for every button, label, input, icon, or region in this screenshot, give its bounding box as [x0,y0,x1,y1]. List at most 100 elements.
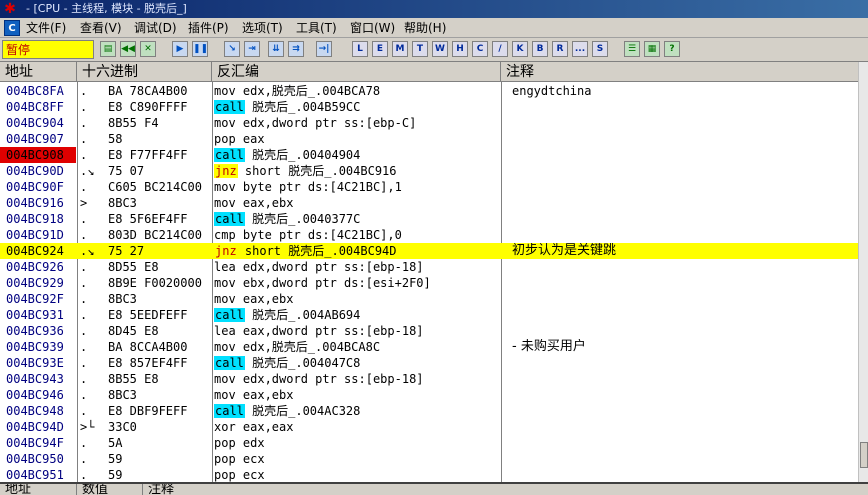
disassembly-row[interactable]: 004BC908. E8 F77FF4FF call 脱壳后_.00404904 [0,147,858,163]
run-trace-window-button[interactable]: ... [572,41,588,57]
disassembly-row[interactable]: 004BC946. 8BC3 mov eax,ebx [0,387,858,403]
row-address[interactable]: 004BC8FF [0,99,76,115]
row-disassembly[interactable]: xor eax,eax [214,419,500,435]
row-disassembly[interactable]: pop ecx [214,451,500,467]
menu-window[interactable]: 窗口(W) [350,20,395,36]
row-disassembly[interactable]: mov eax,ebx [214,387,500,403]
disassembly-row[interactable]: 004BC91D. 803D BC214C00 cmp byte ptr ds:[4… [0,227,858,243]
menu-file[interactable]: 文件(F) [26,20,66,36]
row-address[interactable]: 004BC93E [0,355,76,371]
disassembly-row[interactable]: 004BC918. E8 5F6EF4FF call 脱壳后_.0040377C [0,211,858,227]
row-address[interactable]: 004BC904 [0,115,76,131]
menu-tools[interactable]: 工具(T) [296,20,337,36]
row-disassembly[interactable]: mov edx,脱壳后_.004BCA78 [214,83,500,99]
row-disassembly[interactable]: mov byte ptr ds:[4C21BC],1 [214,179,500,195]
disassembly-row[interactable]: 004BC907. 58 pop eax [0,131,858,147]
row-hex[interactable]: 8B55 F4 [108,115,212,131]
handles-window-button[interactable]: H [452,41,468,57]
menu-help[interactable]: 帮助(H) [404,20,446,36]
cpu-window-icon[interactable]: C [4,20,20,36]
menu-view[interactable]: 查看(V) [80,20,122,36]
row-address[interactable]: 004BC92F [0,291,76,307]
step-into-icon[interactable]: ↘ [224,41,240,57]
references-window-button[interactable]: R [552,41,568,57]
ollydbg-bug-icon[interactable]: ✱ [2,1,18,17]
row-hex[interactable]: C605 BC214C00 [108,179,212,195]
help-icon[interactable]: ? [664,41,680,57]
row-address[interactable]: 004BC943 [0,371,76,387]
row-hex[interactable]: 33C0 [108,419,212,435]
row-address[interactable]: 004BC929 [0,275,76,291]
disassembly-row[interactable]: 004BC94D >└ 33C0 xor eax,eax [0,419,858,435]
disassembly-row[interactable]: 004BC904. 8B55 F4 mov edx,dword ptr ss:[eb… [0,115,858,131]
row-address[interactable]: 004BC924 [0,243,76,259]
execute-till-return-icon[interactable]: →| [316,41,332,57]
row-hex[interactable]: 59 [108,451,212,467]
row-hex[interactable]: 8B9E F0020000 [108,275,212,291]
row-disassembly[interactable]: cmp byte ptr ds:[4C21BC],0 [214,227,500,243]
row-address[interactable]: 004BC939 [0,339,76,355]
memory-window-button[interactable]: M [392,41,408,57]
close-icon[interactable]: ✕ [140,41,156,57]
row-address[interactable]: 004BC918 [0,211,76,227]
row-address[interactable]: 004BC90D [0,163,76,179]
grid-view-icon[interactable]: ▦ [644,41,660,57]
row-hex[interactable]: 8D55 E8 [108,259,212,275]
row-disassembly[interactable]: mov edx,脱壳后_.004BCA8C [214,339,500,355]
row-hex[interactable]: E8 C890FFFF [108,99,212,115]
dump-column-value[interactable]: 数值 [77,484,143,495]
row-hex[interactable]: BA 78CA4B00 [108,83,212,99]
disassembly-row[interactable]: 004BC939. BA 8CCA4B00 mov edx,脱壳后_.004BCA8… [0,339,858,355]
disassembly-row[interactable]: 004BC916 >8BC3 mov eax,ebx [0,195,858,211]
row-comment[interactable]: - 未购买用户 [512,339,852,355]
row-disassembly[interactable]: lea edx,dword ptr ss:[ebp-18] [214,259,500,275]
row-disassembly[interactable]: mov edx,dword ptr ss:[ebp-C] [214,115,500,131]
row-comment[interactable]: engydtchina [512,83,852,99]
trace-into-icon[interactable]: ⇊ [268,41,284,57]
menu-options[interactable]: 选项(T) [242,20,283,36]
list-view-icon[interactable]: ☰ [624,41,640,57]
row-hex[interactable]: E8 F77FF4FF [108,147,212,163]
row-address[interactable]: 004BC926 [0,259,76,275]
restart-icon[interactable]: ◀◀ [120,41,136,57]
column-address[interactable]: 地址 [0,62,77,82]
row-hex[interactable]: 59 [108,467,212,482]
disassembly-row[interactable]: 004BC92F. 8BC3 mov eax,ebx [0,291,858,307]
disassembly-row[interactable]: 004BC950. 59 pop ecx [0,451,858,467]
call-stack-window-button[interactable]: K [512,41,528,57]
row-hex[interactable]: E8 5F6EF4FF [108,211,212,227]
disassembly-row[interactable]: 004BC931. E8 5EEDFEFF call 脱壳后_.004AB694 [0,307,858,323]
disassembly-row[interactable]: 004BC948. E8 DBF9FEFF call 脱壳后_.004AC328 [0,403,858,419]
column-hex[interactable]: 十六进制 [77,62,212,82]
row-disassembly[interactable]: mov eax,ebx [214,195,500,211]
row-hex[interactable]: 8BC3 [108,387,212,403]
row-disassembly[interactable]: mov ebx,dword ptr ds:[esi+2F0] [214,275,500,291]
row-hex[interactable]: 803D BC214C00 [108,227,212,243]
row-hex[interactable]: 58 [108,131,212,147]
row-address-breakpoint[interactable]: 004BC908 [0,147,76,163]
row-comment[interactable]: 初步认为是关键跳 [512,243,852,259]
row-address[interactable]: 004BC94F [0,435,76,451]
row-hex[interactable]: E8 857EF4FF [108,355,212,371]
row-hex[interactable]: 8BC3 [108,291,212,307]
disassembly-row[interactable]: 004BC93E. E8 857EF4FF call 脱壳后_.004047C8 [0,355,858,371]
disassembly-row[interactable]: 004BC8FA. BA 78CA4B00 mov edx,脱壳后_.004BCA7… [0,83,858,99]
row-address[interactable]: 004BC907 [0,131,76,147]
dump-column-address[interactable]: 地址 [0,484,77,495]
run-icon[interactable]: ▶ [172,41,188,57]
disassembly-row[interactable]: 004BC8FF. E8 C890FFFF call 脱壳后_.004B59CC [0,99,858,115]
row-address[interactable]: 004BC931 [0,307,76,323]
disassembly-row[interactable]: 004BC929. 8B9E F0020000 mov ebx,dword ptr … [0,275,858,291]
row-disassembly[interactable]: mov edx,dword ptr ss:[ebp-18] [214,371,500,387]
row-hex[interactable]: 75 07 [108,163,212,179]
row-disassembly[interactable]: lea eax,dword ptr ss:[ebp-18] [214,323,500,339]
column-disassembly[interactable]: 反汇编 [212,62,501,82]
disassembly-row[interactable]: 004BC924 .↘ 75 27 jnz short 脱壳后_.004BC94D 初步… [0,243,858,259]
menu-plugins[interactable]: 插件(P) [188,20,229,36]
row-hex[interactable]: E8 5EEDFEFF [108,307,212,323]
disassembly-row[interactable]: 004BC926. 8D55 E8 lea edx,dword ptr ss:[eb… [0,259,858,275]
modules-window-button[interactable]: E [372,41,388,57]
row-hex[interactable]: 75 27 [108,243,212,259]
row-disassembly[interactable]: jnz short 脱壳后_.004BC916 [214,163,500,179]
row-address[interactable]: 004BC916 [0,195,76,211]
